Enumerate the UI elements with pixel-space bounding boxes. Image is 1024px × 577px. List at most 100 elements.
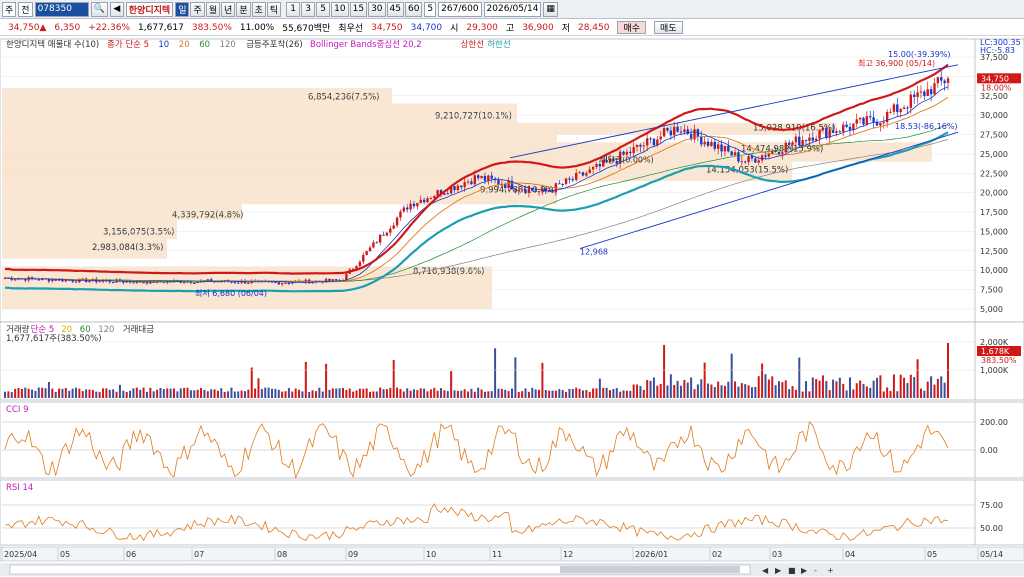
volume-bar xyxy=(798,357,801,398)
volume-bar xyxy=(85,389,88,398)
volume-bar xyxy=(494,348,497,398)
period-button-1[interactable]: 주 xyxy=(190,1,205,17)
volume-bar xyxy=(463,389,466,398)
annotation-low: 최저 6,680 (06/04) xyxy=(195,288,267,298)
minute-button-6[interactable]: 45 xyxy=(386,1,404,17)
volume-bar xyxy=(761,363,764,398)
candle-body xyxy=(460,185,463,188)
volume-bar xyxy=(396,387,399,398)
quote-bar: 34,750▲ 6,350 +22.36% 1,677,617 383.50% … xyxy=(0,20,1024,36)
period-button-2[interactable]: 월 xyxy=(205,1,221,17)
volume-bar xyxy=(521,391,524,398)
stock-code-input[interactable]: 078350 xyxy=(34,1,89,17)
period-button-6[interactable]: 틱 xyxy=(266,1,282,17)
bid-price: 34,750 xyxy=(371,22,403,33)
volume-bar xyxy=(216,390,219,398)
minute-button-5[interactable]: 30 xyxy=(368,1,386,17)
volume-bar xyxy=(58,388,61,398)
volume-bar xyxy=(808,391,811,398)
period-button-3[interactable]: 년 xyxy=(221,1,236,17)
volume-bar xyxy=(940,376,943,398)
low-price: 28,450 xyxy=(577,22,610,33)
turnover: 11.00% xyxy=(239,22,275,33)
volume-bar xyxy=(483,391,486,398)
date-input[interactable]: 2026/05/14 xyxy=(483,1,542,17)
volume-bar xyxy=(886,387,889,398)
candle-body xyxy=(51,279,54,282)
volume-profile-bar xyxy=(2,122,837,135)
count-select[interactable]: 5 xyxy=(424,1,437,17)
volume-bar xyxy=(754,386,757,398)
calendar-icon[interactable]: ▦ xyxy=(543,1,558,17)
candle-body xyxy=(737,152,740,162)
volume-bar xyxy=(876,377,879,398)
volume-bar xyxy=(179,388,182,398)
volume-sub-label: 1,677,617주(383.50%) xyxy=(6,334,102,344)
candle-body xyxy=(382,234,385,236)
volume-bar xyxy=(115,391,118,398)
y-tick-label: 17,500 xyxy=(980,208,1008,217)
volume-bar xyxy=(379,387,382,398)
candle-body xyxy=(358,261,362,267)
volume-bar xyxy=(287,388,290,398)
volume-profile-label: 2,983,084(3.3%) xyxy=(92,243,164,253)
candle-body xyxy=(831,130,835,133)
volume-bar xyxy=(429,389,432,398)
period-button-0[interactable]: 일 xyxy=(175,1,190,17)
market-select[interactable]: 전 xyxy=(18,1,33,17)
volume-bar xyxy=(510,388,513,398)
volume-bar xyxy=(10,391,13,398)
minute-button-2[interactable]: 5 xyxy=(316,1,331,17)
volume-bar xyxy=(105,388,108,398)
x-tick-label: 11 xyxy=(492,550,502,559)
annotation-trend-mid: 18.53(-86.16%) xyxy=(895,122,958,131)
sell-button[interactable]: 매도 xyxy=(654,21,683,34)
volume-bar xyxy=(855,383,858,398)
volume-bar xyxy=(355,390,358,398)
volume-bar xyxy=(227,391,230,398)
scroll-control-icon: ▶ xyxy=(801,566,808,575)
volume-value: 1,677,617 xyxy=(138,22,184,33)
period-button-5[interactable]: 초 xyxy=(251,1,266,17)
buy-button[interactable]: 매수 xyxy=(617,21,647,34)
volume-bar xyxy=(757,376,760,398)
candle-body xyxy=(581,172,585,176)
minute-button-3[interactable]: 10 xyxy=(331,1,349,17)
volume-bar xyxy=(892,374,895,398)
candle-body xyxy=(54,279,57,281)
volume-bar xyxy=(558,388,561,398)
candle-body xyxy=(378,234,382,243)
volume-bar xyxy=(34,390,37,398)
volume-y-tick: 1,000K xyxy=(980,366,1009,375)
volume-bar xyxy=(825,381,828,398)
volume-bar xyxy=(906,383,909,398)
volume-bar xyxy=(440,388,443,398)
volume-bar xyxy=(358,388,361,398)
minute-button-1[interactable]: 3 xyxy=(301,1,316,17)
volume-bar xyxy=(267,387,270,398)
period-buttons: 일주월년분초틱 xyxy=(175,1,282,17)
menu-select[interactable]: 주 xyxy=(2,1,17,17)
minute-button-7[interactable]: 60 xyxy=(404,1,423,17)
search-icon[interactable]: 🔍 xyxy=(90,1,108,17)
candle-body xyxy=(534,190,537,192)
volume-bar xyxy=(595,388,598,398)
volume-bar xyxy=(54,391,57,398)
volume-bar xyxy=(186,387,189,398)
volume-bar xyxy=(95,391,98,398)
minute-button-0[interactable]: 1 xyxy=(286,1,301,17)
volume-bar xyxy=(592,388,595,398)
annotation-trend-start: 12,968 xyxy=(580,248,608,257)
volume-bar xyxy=(916,359,919,398)
chart-area[interactable]: 6,854,236(7.5%) 9,210,727(10.1%) 4,339,792… xyxy=(0,37,1024,577)
period-button-4[interactable]: 분 xyxy=(236,1,251,17)
stock-chart-svg[interactable]: 6,854,236(7.5%)9,210,727(10.1%)4,339,792… xyxy=(0,37,1024,577)
minute-button-4[interactable]: 15 xyxy=(349,1,368,17)
volume-bar xyxy=(223,391,226,398)
volume-bar xyxy=(392,360,395,398)
scroll-control-icon: ■ xyxy=(788,566,796,575)
prev-icon[interactable]: ◀ xyxy=(109,1,124,17)
candle-body xyxy=(490,175,493,179)
candle-body xyxy=(429,198,433,200)
volume-bar xyxy=(500,388,503,398)
